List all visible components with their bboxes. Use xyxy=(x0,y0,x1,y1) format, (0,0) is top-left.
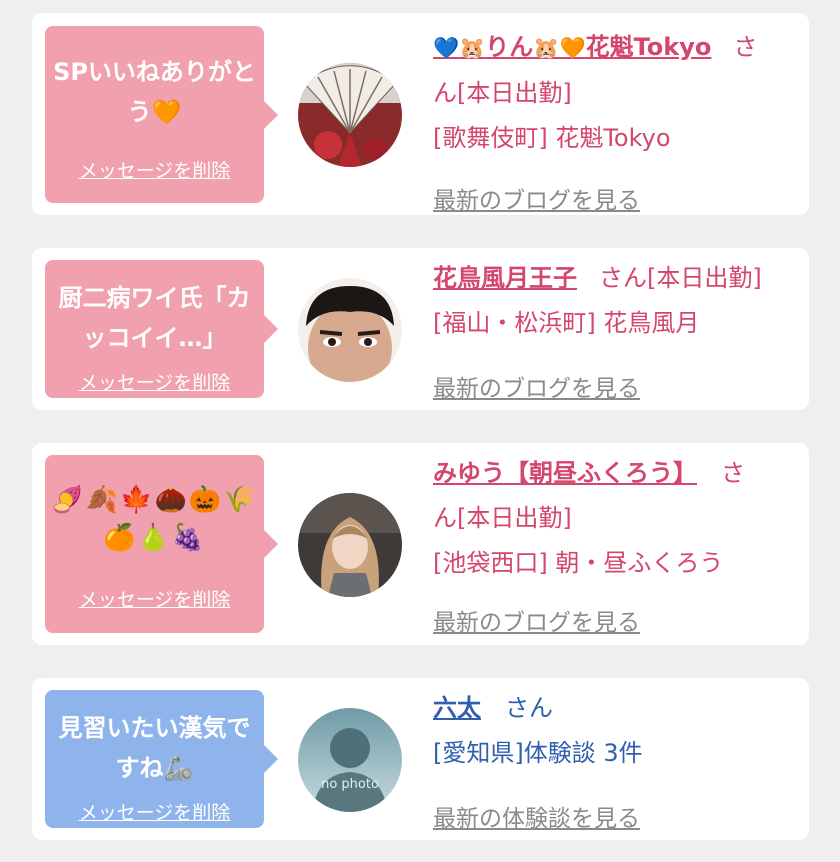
sender-name-line: みゆう【朝昼ふくろう】さ xyxy=(433,451,801,496)
sender-info: 六太 さん [愛知県]体験談 3件 最新の体験談を見る xyxy=(433,686,801,832)
sender-info: 花鳥風月王子 さん[本日出勤] [福山・松浜町] 花鳥風月 最新のブログを見る xyxy=(433,256,801,402)
sender-name-line: 💙🐹りん🐹🧡花魁Tokyo さ xyxy=(433,25,801,71)
honorific: さ xyxy=(721,459,745,487)
folding-fan-photo-icon xyxy=(298,63,402,167)
delete-message-link[interactable]: メッセージを削除 xyxy=(45,156,264,183)
message-list: SPいいねありがと う🧡 メッセージを削除 💙🐹りん🐹🧡花魁Tokyo さ ん[本… xyxy=(0,0,840,862)
avatar[interactable] xyxy=(298,63,402,167)
honorific: さ xyxy=(733,33,758,61)
sender-name-link[interactable]: 花鳥風月王子 xyxy=(433,264,577,292)
avatar[interactable] xyxy=(298,278,402,382)
shop-info: [福山・松浜町] 花鳥風月 xyxy=(433,309,700,337)
latest-blog-link[interactable]: 最新のブログを見る xyxy=(433,369,640,403)
sender-name-link[interactable]: みゆう【朝昼ふくろう】 xyxy=(433,459,697,487)
message-bubble: SPいいねありがと う🧡 メッセージを削除 xyxy=(45,26,278,203)
message-bubble: 見習いたい漢気で すね🦾 メッセージを削除 xyxy=(45,690,278,828)
message-text: SPいいねありがと う🧡 xyxy=(53,58,256,126)
message-card: 厨二病ワイ氏「カ ッコイイ…」 メッセージを削除 花鳥風月王子 さん[本日出勤] … xyxy=(32,248,809,410)
sender-info: みゆう【朝昼ふくろう】さ ん[本日出勤] [池袋西口] 朝・昼ふくろう 最新のブ… xyxy=(433,451,801,636)
message-card: SPいいねありがと う🧡 メッセージを削除 💙🐹りん🐹🧡花魁Tokyo さ ん[本… xyxy=(32,13,809,215)
sender-name-line: 花鳥風月王子 さん[本日出勤] xyxy=(433,256,801,301)
face-photo-icon xyxy=(298,278,402,382)
message-bubble: 🍠🍂🍁🌰🎃🌾 🍊🍐🍇 メッセージを削除 xyxy=(45,455,278,633)
girl-photo-icon xyxy=(298,493,402,597)
avatar[interactable] xyxy=(298,493,402,597)
no-photo-label: no photo xyxy=(321,777,379,792)
latest-blog-link[interactable]: 最新のブログを見る xyxy=(433,181,640,215)
sender-name-line: 六太 さん xyxy=(433,686,801,731)
no-photo-avatar-icon: no photo xyxy=(298,708,402,812)
message-card: 🍠🍂🍁🌰🎃🌾 🍊🍐🍇 メッセージを削除 みゆう【朝昼ふくろう】さ ん[本日出勤]… xyxy=(32,443,809,645)
latest-blog-link[interactable]: 最新のブログを見る xyxy=(433,603,640,637)
work-status: [本日出勤] xyxy=(647,264,762,292)
message-bubble: 厨二病ワイ氏「カ ッコイイ…」 メッセージを削除 xyxy=(45,260,278,398)
sender-name-link[interactable]: 六太 xyxy=(433,694,481,722)
review-info: [愛知県]体験談 3件 xyxy=(433,739,643,767)
sender-name-link[interactable]: 💙🐹りん🐹🧡花魁Tokyo xyxy=(433,33,711,61)
delete-message-link[interactable]: メッセージを削除 xyxy=(45,368,264,395)
shop-info: [池袋西口] 朝・昼ふくろう xyxy=(433,549,724,577)
honorific: さん xyxy=(505,694,553,722)
honorific: さん xyxy=(599,264,647,292)
avatar[interactable]: no photo xyxy=(298,708,402,812)
latest-review-link[interactable]: 最新の体験談を見る xyxy=(433,799,640,833)
message-text: 見習いたい漢気で すね🦾 xyxy=(58,714,251,782)
sender-info: 💙🐹りん🐹🧡花魁Tokyo さ ん[本日出勤] [歌舞伎町] 花魁Tokyo 最新… xyxy=(433,25,801,214)
message-text: 厨二病ワイ氏「カ ッコイイ…」 xyxy=(58,284,251,352)
shop-info: [歌舞伎町] 花魁Tokyo xyxy=(433,124,671,152)
delete-message-link[interactable]: メッセージを削除 xyxy=(45,798,264,825)
work-status: ん[本日出勤] xyxy=(433,79,572,107)
delete-message-link[interactable]: メッセージを削除 xyxy=(45,585,264,612)
message-card: 見習いたい漢気で すね🦾 メッセージを削除 no photo 六太 さん [愛知… xyxy=(32,678,809,840)
message-emojis: 🍠🍂🍁🌰🎃🌾 🍊🍐🍇 xyxy=(51,485,258,553)
work-status: ん[本日出勤] xyxy=(433,504,572,532)
